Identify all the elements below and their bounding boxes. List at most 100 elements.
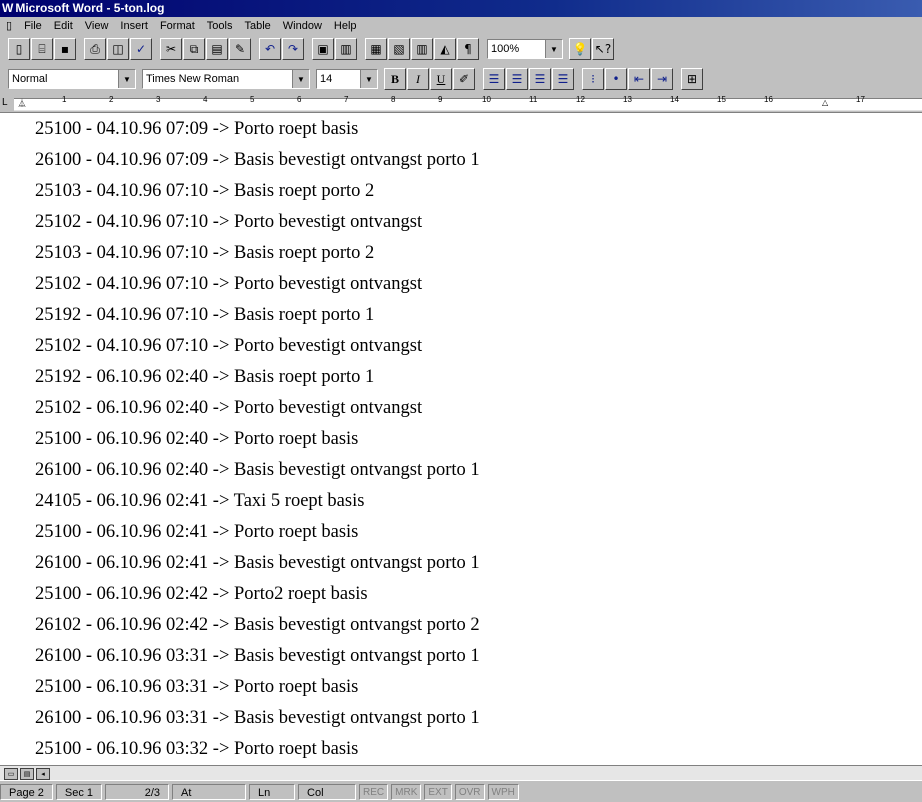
format-painter-icon[interactable]: ✎: [229, 38, 251, 60]
document-line: 25100 - 06.10.96 03:31 -> Porto roept ba…: [35, 677, 359, 697]
columns-icon[interactable]: ▥: [411, 38, 433, 60]
ruler-number: 11: [529, 95, 538, 104]
document-line: 25192 - 06.10.96 02:40 -> Basis roept po…: [35, 367, 375, 387]
outline-view-icon[interactable]: ◂: [36, 768, 50, 780]
cut-icon[interactable]: ✂: [160, 38, 182, 60]
horizontal-scrollbar[interactable]: ▭ ▤ ◂: [0, 765, 922, 781]
status-rec[interactable]: REC: [359, 783, 389, 800]
menu-insert[interactable]: Insert: [114, 20, 154, 32]
normal-view-icon[interactable]: ▭: [4, 768, 18, 780]
undo-icon[interactable]: ↶: [259, 38, 281, 60]
italic-button[interactable]: I: [407, 68, 429, 90]
document-line: 25103 - 04.10.96 07:10 -> Basis roept po…: [35, 181, 375, 201]
new-doc-icon[interactable]: ▯: [8, 38, 30, 60]
document-line: 26102 - 06.10.96 02:42 -> Basis bevestig…: [35, 615, 480, 635]
style-value: Normal: [12, 73, 48, 85]
menu-table[interactable]: Table: [238, 20, 276, 32]
document-line: 26100 - 06.10.96 02:40 -> Basis bevestig…: [35, 460, 480, 480]
save-icon[interactable]: ▪: [54, 38, 76, 60]
align-center-icon[interactable]: ☰: [506, 68, 528, 90]
menu-window[interactable]: Window: [277, 20, 328, 32]
font-value: Times New Roman: [146, 73, 240, 85]
style-combo[interactable]: Normal ▼: [8, 69, 136, 89]
chevron-down-icon[interactable]: ▼: [118, 70, 135, 88]
document-line: 25100 - 06.10.96 02:41 -> Porto roept ba…: [35, 522, 359, 542]
status-mrk[interactable]: MRK: [391, 783, 422, 800]
ruler-number: 1: [62, 95, 67, 104]
justify-icon[interactable]: ☰: [552, 68, 574, 90]
highlight-icon[interactable]: ✐: [453, 68, 475, 90]
window-title: Microsoft Word - 5-ton.log: [15, 1, 165, 15]
ruler-number: 2: [109, 95, 114, 104]
status-ext[interactable]: EXT: [424, 783, 452, 800]
menu-help[interactable]: Help: [328, 20, 363, 32]
ruler-number: 6: [297, 95, 302, 104]
ruler-number: 7: [344, 95, 349, 104]
bold-button[interactable]: B: [384, 68, 406, 90]
open-icon[interactable]: ⌸: [31, 38, 53, 60]
underline-button[interactable]: U: [430, 68, 452, 90]
page-layout-view-icon[interactable]: ▤: [20, 768, 34, 780]
ruler-number: 9: [438, 95, 443, 104]
menu-view[interactable]: View: [79, 20, 115, 32]
drawing-icon[interactable]: ◭: [434, 38, 456, 60]
formatting-toolbar: Normal ▼ Times New Roman ▼ 14 ▼ B I U ✐ …: [0, 64, 922, 94]
document-line: 25103 - 04.10.96 07:10 -> Basis roept po…: [35, 243, 375, 263]
ruler-number: 17: [856, 95, 865, 104]
status-section: Sec 1: [55, 783, 103, 800]
status-wph[interactable]: WPH: [487, 783, 519, 800]
menu-format[interactable]: Format: [154, 20, 201, 32]
size-combo[interactable]: 14 ▼: [316, 69, 378, 89]
left-indent-marker[interactable]: ⏅: [18, 98, 26, 109]
document-area[interactable]: 25100 - 04.10.96 07:09 -> Porto roept ba…: [0, 113, 922, 765]
paste-icon[interactable]: ▤: [206, 38, 228, 60]
document-line: 25100 - 06.10.96 02:42 -> Porto2 roept b…: [35, 584, 368, 604]
ruler[interactable]: L 1 2 3 4 5 6 7 8 9 10 11 12 13 14 15 16…: [0, 94, 922, 113]
status-ovr[interactable]: OVR: [454, 783, 485, 800]
copy-icon[interactable]: ⧉: [183, 38, 205, 60]
menu-tools[interactable]: Tools: [201, 20, 239, 32]
borders-icon[interactable]: ⊞: [681, 68, 703, 90]
insert-excel-icon[interactable]: ▧: [388, 38, 410, 60]
status-at: At: [172, 783, 247, 800]
right-indent-marker[interactable]: △: [822, 98, 828, 107]
document-line: 25192 - 04.10.96 07:10 -> Basis roept po…: [35, 305, 375, 325]
help-icon[interactable]: ↖?: [592, 38, 614, 60]
menu-file[interactable]: File: [18, 20, 48, 32]
chevron-down-icon[interactable]: ▼: [545, 40, 562, 58]
ruler-number: 5: [250, 95, 255, 104]
print-icon[interactable]: ⎙: [84, 38, 106, 60]
font-combo[interactable]: Times New Roman ▼: [142, 69, 310, 89]
ruler-number: 14: [670, 95, 679, 104]
align-right-icon[interactable]: ☰: [529, 68, 551, 90]
menu-bar: ▯ File Edit View Insert Format Tools Tab…: [0, 17, 922, 34]
autoformat-icon[interactable]: ▣: [312, 38, 334, 60]
spelling-icon[interactable]: ✓: [130, 38, 152, 60]
redo-icon[interactable]: ↷: [282, 38, 304, 60]
show-hide-icon[interactable]: ¶: [457, 38, 479, 60]
document-control-icon[interactable]: ▯: [0, 19, 18, 32]
word-app-icon: W: [2, 1, 14, 15]
tab-selector-icon[interactable]: L: [2, 97, 8, 108]
status-ln: Ln: [249, 783, 296, 800]
ruler-number: 12: [576, 95, 585, 104]
chevron-down-icon[interactable]: ▼: [292, 70, 309, 88]
document-line: 26100 - 06.10.96 03:31 -> Basis bevestig…: [35, 646, 480, 666]
chevron-down-icon[interactable]: ▼: [360, 70, 377, 88]
increase-indent-icon[interactable]: ⇥: [651, 68, 673, 90]
zoom-combo[interactable]: 100% ▼: [487, 39, 563, 59]
insert-table-icon[interactable]: ▦: [365, 38, 387, 60]
menu-edit[interactable]: Edit: [48, 20, 79, 32]
decrease-indent-icon[interactable]: ⇤: [628, 68, 650, 90]
numbering-icon[interactable]: ⁝: [582, 68, 604, 90]
document-line: 26100 - 06.10.96 02:41 -> Basis bevestig…: [35, 553, 480, 573]
print-preview-icon[interactable]: ◫: [107, 38, 129, 60]
size-value: 14: [320, 73, 333, 85]
align-left-icon[interactable]: ☰: [483, 68, 505, 90]
document-line: 25102 - 04.10.96 07:10 -> Porto bevestig…: [35, 336, 423, 356]
insert-address-icon[interactable]: ▥: [335, 38, 357, 60]
tip-wizard-icon[interactable]: 💡: [569, 38, 591, 60]
bullets-icon[interactable]: •: [605, 68, 627, 90]
ruler-number: 8: [391, 95, 396, 104]
ruler-strip: [14, 98, 922, 111]
